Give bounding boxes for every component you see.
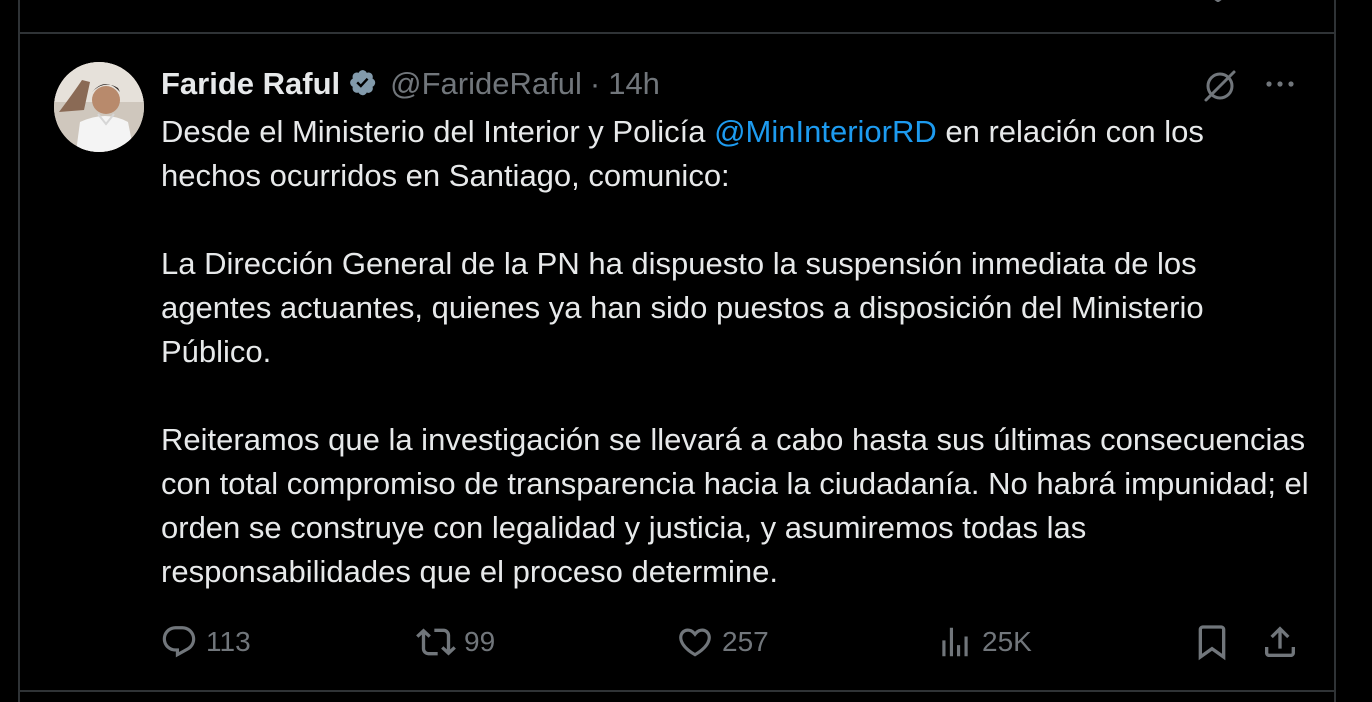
view-count: 25K (982, 626, 1032, 657)
tweet-paragraph: La Dirección General de la PN ha dispues… (161, 246, 1204, 369)
tweet-paragraph: Desde el Ministerio del Interior y Polic… (161, 110, 1311, 198)
separator-dot: · (589, 66, 601, 101)
verified-badge-icon[interactable] (348, 68, 380, 100)
author-name[interactable]: Faride Raful (161, 66, 340, 102)
views-button[interactable]: 25K (936, 618, 1032, 666)
share-button[interactable] (1260, 618, 1300, 666)
divider (18, 32, 1336, 34)
repost-icon (416, 628, 456, 656)
previous-tweet-icon-fragment (1214, 0, 1222, 2)
repost-button[interactable]: 99 (416, 618, 495, 666)
grok-icon[interactable] (1198, 64, 1242, 108)
reply-button[interactable]: 113 (160, 618, 251, 666)
heart-icon (679, 628, 711, 657)
reply-count: 113 (206, 626, 251, 657)
like-count: 257 (722, 626, 769, 657)
mention-link[interactable]: @MinInteriorRD (714, 114, 937, 149)
bookmark-icon (1198, 625, 1226, 661)
tweet-text-segment: Desde el Ministerio del Interior y Polic… (161, 114, 715, 149)
repost-count: 99 (464, 626, 496, 657)
tweet-text: Desde el Ministerio del Interior y Polic… (161, 110, 1311, 594)
tweet-paragraph: Reiteramos que la investigación se lleva… (161, 422, 1309, 589)
analytics-icon (942, 627, 968, 657)
timestamp[interactable]: 14h (608, 66, 660, 102)
like-button[interactable]: 257 (676, 618, 769, 666)
bookmark-button[interactable] (1192, 618, 1232, 666)
divider (18, 690, 1336, 692)
avatar[interactable] (54, 62, 144, 152)
reply-icon (162, 626, 196, 658)
tweet-header: Faride Raful @FarideRaful · 14h (161, 62, 660, 106)
author-handle[interactable]: @FarideRaful (390, 66, 582, 102)
more-options-icon[interactable] (1258, 64, 1302, 108)
share-icon (1265, 626, 1295, 657)
